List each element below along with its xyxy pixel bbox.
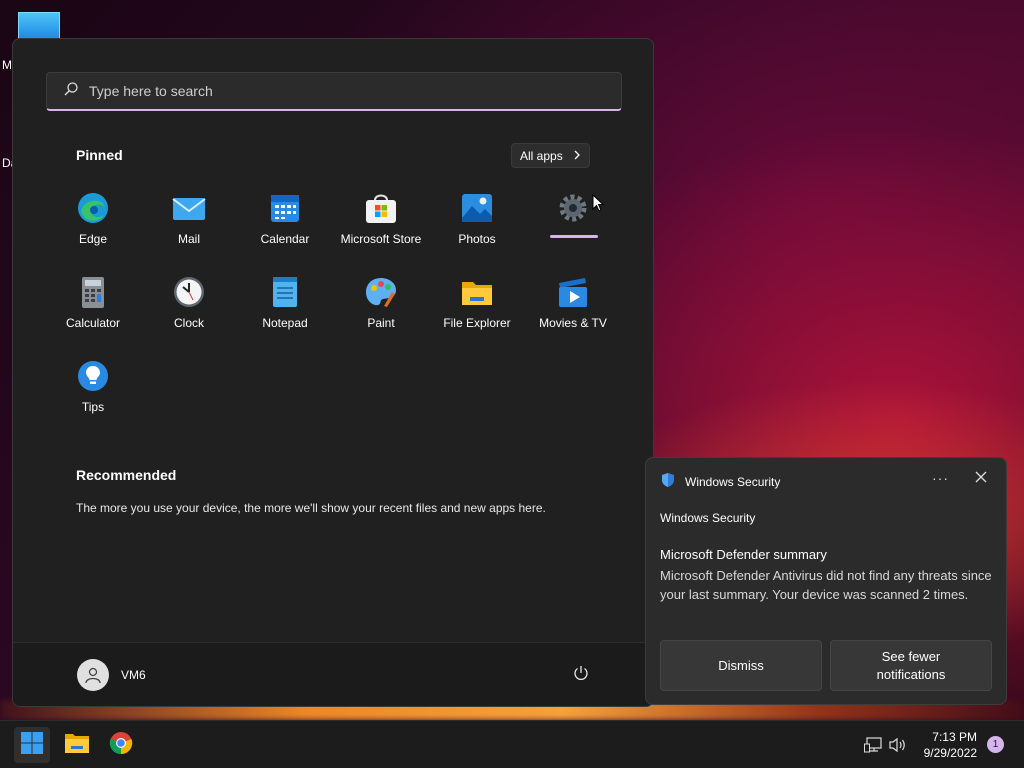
notification-count-badge[interactable]: 1 [987, 736, 1004, 753]
pinned-app-label: Mail [177, 232, 200, 246]
start-button[interactable] [14, 727, 50, 763]
dismiss-button[interactable]: Dismiss [660, 640, 822, 691]
pinned-app-label: Movies & TV [539, 316, 607, 330]
pinned-app-tips[interactable]: Tips [45, 355, 141, 427]
user-avatar[interactable] [77, 659, 109, 691]
start-footer: VM6 [13, 642, 653, 706]
store-icon [364, 191, 398, 225]
taskbar: 7:13 PM 9/29/2022 1 [0, 720, 1024, 768]
search-box[interactable] [46, 72, 622, 111]
desktop-icon-label: M [2, 58, 12, 72]
pinned-app-microsoft-store[interactable]: Microsoft Store [333, 187, 429, 259]
search-input[interactable] [89, 83, 569, 99]
notepad-icon [268, 275, 302, 309]
folder-icon [460, 275, 494, 309]
user-name[interactable]: VM6 [121, 668, 146, 682]
see-fewer-notifications-button[interactable]: See fewer notifications [830, 640, 992, 691]
notification-app-name: Windows Security [685, 474, 781, 489]
notification-header: Windows Security [660, 472, 780, 491]
selection-indicator [550, 235, 598, 238]
start-menu: Pinned All apps Edge Mail Calendar Micro… [12, 38, 654, 707]
shield-icon [660, 472, 676, 491]
taskbar-clock[interactable]: 7:13 PM 9/29/2022 [912, 729, 977, 761]
volume-icon[interactable] [889, 736, 907, 754]
pinned-app-label: Notepad [262, 316, 308, 330]
notification-title: Microsoft Defender summary [660, 547, 827, 562]
clock-time: 7:13 PM [932, 730, 977, 744]
pinned-app-label: Paint [367, 316, 395, 330]
pinned-app-label: Photos [458, 232, 496, 246]
desktop-icon[interactable] [18, 12, 60, 40]
recommended-heading: Recommended [76, 467, 177, 483]
notification-toast: Windows Security ··· Windows Security Mi… [645, 457, 1007, 705]
clock-date: 9/29/2022 [923, 746, 977, 760]
pinned-app-calculator[interactable]: Calculator [45, 271, 141, 343]
pinned-app-mail[interactable]: Mail [141, 187, 237, 259]
close-button[interactable] [972, 470, 990, 488]
pinned-app-settings[interactable] [525, 187, 621, 259]
pinned-app-movies-tv[interactable]: Movies & TV [525, 271, 621, 343]
recommended-empty-text: The more you use your device, the more w… [76, 501, 546, 515]
pinned-app-photos[interactable]: Photos [429, 187, 525, 259]
close-icon [975, 470, 987, 488]
calculator-icon [76, 275, 110, 309]
chevron-right-icon [573, 149, 581, 163]
mouse-cursor [592, 193, 605, 217]
clock-icon [172, 275, 206, 309]
pinned-app-file-explorer[interactable]: File Explorer [429, 271, 525, 343]
pinned-app-label: Tips [81, 400, 105, 414]
pinned-app-label: Clock [173, 316, 204, 330]
pinned-app-label: Edge [78, 232, 108, 246]
paint-icon [364, 275, 398, 309]
pinned-app-label: Microsoft Store [340, 232, 422, 246]
all-apps-label: All apps [520, 148, 563, 163]
pinned-app-calendar[interactable]: Calendar [237, 187, 333, 259]
search-icon [63, 81, 79, 102]
pinned-app-clock[interactable]: Clock [141, 271, 237, 343]
pinned-app-label: Calendar [260, 232, 310, 246]
taskbar-file-explorer[interactable] [59, 727, 95, 763]
notification-body: Microsoft Defender Antivirus did not fin… [660, 568, 992, 602]
pinned-app-notepad[interactable]: Notepad [237, 271, 333, 343]
pinned-app-paint[interactable]: Paint [333, 271, 429, 343]
edge-icon [76, 191, 110, 225]
power-button[interactable] [569, 663, 593, 687]
pinned-app-label: Calculator [65, 316, 121, 330]
all-apps-button[interactable]: All apps [511, 143, 590, 168]
movies-icon [556, 275, 590, 309]
tips-icon [76, 359, 110, 393]
photos-icon [460, 191, 494, 225]
windows-logo-icon [20, 731, 44, 760]
notification-subtitle: Windows Security [660, 511, 756, 525]
network-icon[interactable] [864, 736, 882, 754]
more-options-button[interactable]: ··· [932, 470, 949, 486]
calendar-icon [268, 191, 302, 225]
mail-icon [172, 191, 206, 225]
chrome-icon [109, 731, 133, 760]
settings-icon [556, 191, 590, 225]
pinned-app-edge[interactable]: Edge [45, 187, 141, 259]
folder-icon [64, 732, 90, 759]
pinned-heading: Pinned [76, 147, 123, 163]
taskbar-chrome[interactable] [103, 727, 139, 763]
power-icon [572, 664, 590, 687]
pinned-app-label: File Explorer [443, 316, 511, 330]
